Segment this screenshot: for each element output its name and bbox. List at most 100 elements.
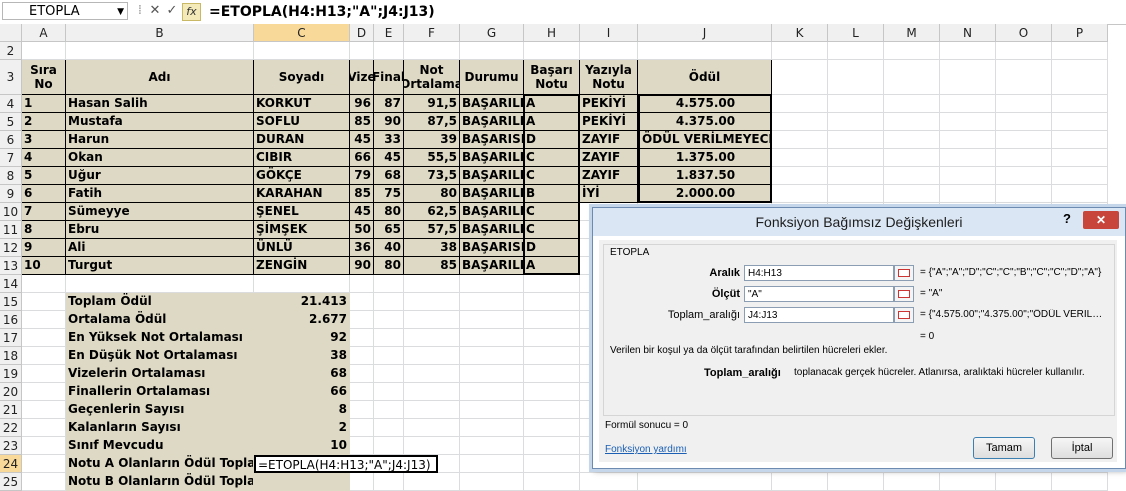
column-header[interactable]: B [66, 24, 254, 42]
table-cell[interactable]: Hasan Salih [66, 95, 254, 113]
grid-cell[interactable] [350, 419, 374, 437]
grid-cell[interactable] [374, 311, 404, 329]
grid-cell[interactable] [940, 60, 996, 95]
grid-cell[interactable] [404, 347, 460, 365]
row-header[interactable]: 19 [0, 365, 22, 383]
grid-cell[interactable] [22, 293, 66, 311]
table-header-cell[interactable]: Sıra No [22, 60, 66, 95]
grid-cell[interactable] [884, 42, 940, 60]
table-cell[interactable]: ZAYIF [580, 149, 638, 167]
grid-cell[interactable] [772, 95, 828, 113]
summary-label[interactable]: En Düşük Not Ortalaması [66, 347, 254, 365]
cancel-button[interactable]: İptal [1051, 437, 1113, 459]
row-header[interactable]: 22 [0, 419, 22, 437]
grid-cell[interactable] [404, 383, 460, 401]
grid-cell[interactable] [1052, 60, 1108, 95]
function-help-link[interactable]: Fonksiyon yardımı [605, 444, 687, 455]
grid-cell[interactable] [1052, 473, 1108, 491]
table-cell[interactable]: PEKİYİ [580, 113, 638, 131]
row-header[interactable]: 14 [0, 275, 22, 293]
column-header[interactable]: D [350, 24, 374, 42]
table-cell[interactable]: BAŞARISIZ [460, 239, 524, 257]
summary-value[interactable]: 66 [254, 383, 350, 401]
grid-cell[interactable] [772, 131, 828, 149]
grid-cell[interactable] [772, 185, 828, 203]
grid-cell[interactable] [374, 275, 404, 293]
grid-cell[interactable] [374, 437, 404, 455]
grid-cell[interactable] [374, 42, 404, 60]
grid-cell[interactable] [524, 455, 580, 473]
grid-cell[interactable] [350, 311, 374, 329]
grid-cell[interactable] [884, 95, 940, 113]
table-cell[interactable]: 39 [404, 131, 460, 149]
table-cell[interactable]: Ebru [66, 221, 254, 239]
grid-cell[interactable] [524, 437, 580, 455]
table-header-cell[interactable]: Not Ortalama [404, 60, 460, 95]
summary-value[interactable]: 2 [254, 419, 350, 437]
summary-label[interactable]: En Yüksek Not Ortalaması [66, 329, 254, 347]
table-cell[interactable]: 85 [404, 257, 460, 275]
summary-value[interactable]: 8 [254, 401, 350, 419]
grid-cell[interactable] [884, 60, 940, 95]
grid-cell[interactable] [828, 473, 884, 491]
grid-cell[interactable] [1052, 113, 1108, 131]
grid-cell[interactable] [996, 113, 1052, 131]
table-cell[interactable]: 80 [404, 185, 460, 203]
insert-function-icon[interactable]: fx [182, 3, 201, 21]
table-cell[interactable]: 66 [350, 149, 374, 167]
grid-cell[interactable] [940, 95, 996, 113]
table-cell[interactable]: KORKUT [254, 95, 350, 113]
grid-cell[interactable] [350, 329, 374, 347]
row-header[interactable]: 13 [0, 257, 22, 275]
grid-cell[interactable] [828, 167, 884, 185]
table-cell[interactable]: 7 [22, 203, 66, 221]
table-cell[interactable]: 96 [350, 95, 374, 113]
column-header[interactable]: M [884, 24, 940, 42]
grid-cell[interactable] [350, 347, 374, 365]
grid-cell[interactable] [1052, 149, 1108, 167]
grid-cell[interactable] [996, 185, 1052, 203]
grid-cell[interactable] [884, 185, 940, 203]
grid-cell[interactable] [22, 473, 66, 491]
grid-cell[interactable] [460, 365, 524, 383]
table-cell[interactable]: ŞENEL [254, 203, 350, 221]
summary-value[interactable]: 10 [254, 437, 350, 455]
column-header[interactable]: A [22, 24, 66, 42]
grid-cell[interactable] [638, 42, 772, 60]
grid-cell[interactable] [828, 131, 884, 149]
table-header-cell[interactable]: Adı [66, 60, 254, 95]
table-cell[interactable]: BAŞARISIZ [460, 131, 524, 149]
table-header-cell[interactable]: Başarı Notu [524, 60, 580, 95]
grid-cell[interactable] [374, 329, 404, 347]
row-header[interactable]: 12 [0, 239, 22, 257]
grid-cell[interactable] [22, 419, 66, 437]
column-header[interactable]: P [1052, 24, 1108, 42]
row-header[interactable]: 7 [0, 149, 22, 167]
table-cell[interactable]: 33 [374, 131, 404, 149]
row-header[interactable]: 4 [0, 95, 22, 113]
grid-cell[interactable] [254, 42, 350, 60]
grid-cell[interactable] [772, 60, 828, 95]
grid-cell[interactable] [828, 42, 884, 60]
grid-cell[interactable] [22, 401, 66, 419]
summary-value[interactable]: 38 [254, 347, 350, 365]
table-header-cell[interactable]: Vize [350, 60, 374, 95]
grid-cell[interactable] [524, 401, 580, 419]
grid-cell[interactable] [772, 473, 828, 491]
grid-cell[interactable] [828, 185, 884, 203]
grid-cell[interactable] [772, 149, 828, 167]
grid-cell[interactable] [22, 383, 66, 401]
table-cell[interactable]: ŞİMŞEK [254, 221, 350, 239]
column-header[interactable]: G [460, 24, 524, 42]
row-header[interactable]: 3 [0, 60, 22, 95]
grid-cell[interactable] [940, 113, 996, 131]
grid-cell[interactable] [828, 113, 884, 131]
table-cell[interactable]: 90 [350, 257, 374, 275]
table-cell[interactable]: 38 [404, 239, 460, 257]
grid-cell[interactable] [996, 42, 1052, 60]
grid-cell[interactable] [996, 60, 1052, 95]
grid-cell[interactable] [524, 365, 580, 383]
grid-cell[interactable] [460, 275, 524, 293]
table-cell[interactable]: ZAYIF [580, 131, 638, 149]
table-cell[interactable]: BAŞARILI [460, 203, 524, 221]
